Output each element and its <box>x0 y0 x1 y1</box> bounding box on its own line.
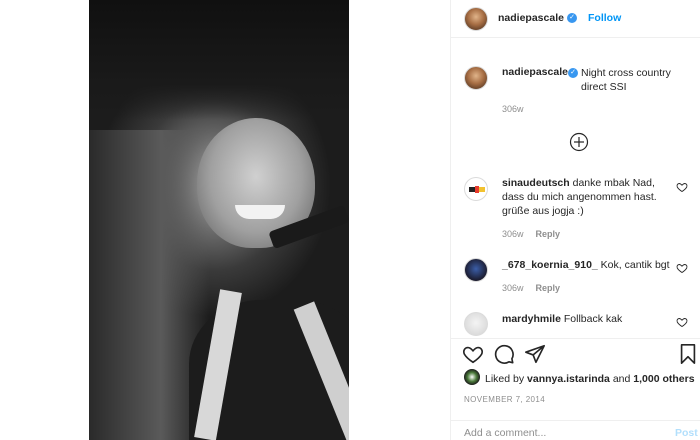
bookmark-icon[interactable] <box>677 343 699 365</box>
liker-avatar[interactable] <box>464 369 480 385</box>
photo-shadow <box>89 0 349 120</box>
comment-icon[interactable] <box>493 343 515 365</box>
reply-button[interactable]: Reply <box>536 229 561 239</box>
comment-text: Follback kak <box>563 313 623 325</box>
comment-text: Kok, cantik bgt <box>600 259 670 271</box>
liker-username[interactable]: vannya.istarinda <box>527 373 610 385</box>
caption-username[interactable]: nadiepascale <box>502 66 568 78</box>
post-photo[interactable] <box>89 0 349 440</box>
post-button[interactable]: Post <box>675 427 698 439</box>
comment-input[interactable] <box>464 427 654 439</box>
comment-username[interactable]: _678_koernia_910_ <box>502 259 598 271</box>
post-header: nadiepascale ✓ Follow <box>451 0 700 38</box>
comment-meta: 306w Reply <box>502 283 560 293</box>
verified-badge-icon: ✓ <box>568 68 578 78</box>
comment-avatar[interactable] <box>464 258 488 282</box>
comment-avatar-logo <box>469 186 485 193</box>
heart-icon[interactable] <box>462 343 484 365</box>
post-sidebar: nadiepascale ✓ Follow nadiepascale ✓ Nig… <box>450 0 700 440</box>
share-icon[interactable] <box>524 343 546 365</box>
author-username[interactable]: nadiepascale <box>498 12 564 24</box>
heart-icon[interactable] <box>676 181 688 193</box>
caption-avatar[interactable] <box>464 66 488 90</box>
comment-body: sinaudeutsch danke mbak Nad, dass du mic… <box>502 176 662 218</box>
comment-username[interactable]: mardyhmile <box>502 313 561 325</box>
add-circle-icon[interactable] <box>569 132 589 152</box>
comment-meta: 306w Reply <box>502 229 560 239</box>
comment-avatar[interactable] <box>464 177 488 201</box>
comment-body: _678_koernia_910_ Kok, cantik bgt <box>502 258 672 272</box>
comment-body: mardyhmile Follback kak <box>502 312 672 326</box>
caption-text: Night cross country direct SSI <box>581 67 671 93</box>
comment-age: 306w <box>502 229 524 239</box>
caption-age: 306w <box>502 104 524 114</box>
heart-icon[interactable] <box>676 262 688 274</box>
likes-summary: Liked by vannya.istarinda and 1,000 othe… <box>485 373 695 385</box>
comment-avatar[interactable] <box>464 312 488 336</box>
reply-button[interactable]: Reply <box>536 283 561 293</box>
post-date[interactable]: NOVEMBER 7, 2014 <box>464 395 545 404</box>
likes-count[interactable]: 1,000 others <box>633 373 694 385</box>
follow-button[interactable]: Follow <box>588 12 621 24</box>
likes-prefix: Liked by <box>485 373 525 385</box>
post-actions: Liked by vannya.istarinda and 1,000 othe… <box>451 338 700 416</box>
verified-badge-icon: ✓ <box>567 13 577 23</box>
heart-icon[interactable] <box>676 316 688 328</box>
photo-smile <box>235 205 285 219</box>
comment-age: 306w <box>502 283 524 293</box>
comment-clip: mardyhmile Follback kak <box>451 306 700 338</box>
comment-form: Post <box>451 420 700 440</box>
author-avatar[interactable] <box>464 7 488 31</box>
comment-username[interactable]: sinaudeutsch <box>502 177 570 189</box>
likes-connector: and <box>612 373 631 385</box>
photo-pane <box>0 0 450 440</box>
